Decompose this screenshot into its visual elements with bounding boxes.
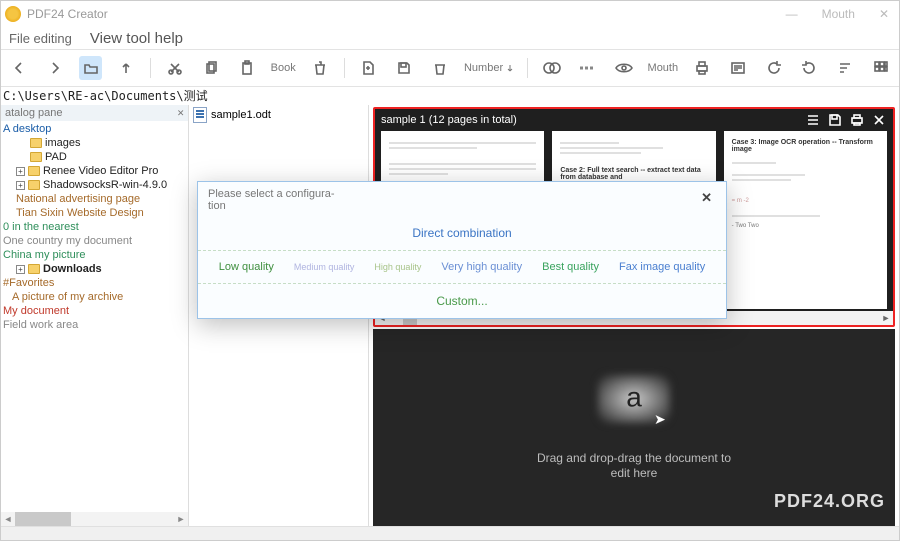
path-bar: C:\Users\RE-ac\Documents\测试	[1, 87, 899, 105]
catalog-panel: atalog pane ✕ A desktop images PAD +Rene…	[1, 105, 189, 526]
tree-downloads[interactable]: +Downloads	[3, 262, 186, 276]
expander-icon[interactable]: +	[16, 265, 25, 274]
tree-pad[interactable]: PAD	[3, 150, 186, 164]
tree-my-document[interactable]: My document	[3, 304, 186, 318]
tree-nearest[interactable]: 0 in the nearest	[3, 220, 186, 234]
tree-images[interactable]: images	[3, 136, 186, 150]
option-direct-combination[interactable]: Direct combination	[412, 226, 511, 240]
file-sample1[interactable]: sample1.odt	[193, 107, 364, 123]
tree-tiansixin[interactable]: Tian Sixin Website Design	[3, 206, 186, 220]
tree-renee[interactable]: +Renee Video Editor Pro	[3, 164, 186, 178]
trash-button[interactable]	[428, 56, 452, 80]
scroll-right-arrow[interactable]: ►	[174, 512, 188, 526]
maximize-button[interactable]: Mouth	[822, 7, 855, 21]
print-button[interactable]	[690, 56, 714, 80]
folder-icon	[30, 138, 42, 148]
app-title: PDF24 Creator	[27, 7, 786, 21]
open-folder-button[interactable]	[79, 56, 103, 80]
paste-button[interactable]	[235, 56, 259, 80]
tree-picture-archive[interactable]: A picture of my archive	[3, 290, 186, 304]
minimize-button[interactable]: —	[786, 7, 798, 21]
scroll-right-arrow[interactable]: ►	[879, 311, 893, 325]
menu-view-tool-help[interactable]: View tool help	[90, 30, 183, 47]
book-label[interactable]: Book	[271, 62, 296, 74]
copy-button[interactable]	[199, 56, 223, 80]
tree-national-ad[interactable]: National advertising page	[3, 192, 186, 206]
page3-twotwo-text: - Two Two	[732, 223, 879, 229]
expander-icon[interactable]: +	[16, 181, 25, 190]
statusbar	[1, 526, 899, 540]
sort-button[interactable]	[833, 56, 857, 80]
catalog-h-scrollbar[interactable]: ◄ ►	[1, 512, 188, 526]
preview-title: sample 1 (12 pages in total)	[381, 114, 799, 126]
toolbar-separator	[150, 58, 151, 78]
option-custom[interactable]: Custom...	[436, 294, 487, 308]
rotate-ccw-button[interactable]	[762, 56, 786, 80]
preview-menu-icon[interactable]	[805, 112, 821, 128]
drop-zone-hint: Drag and drop-drag the document toedit h…	[537, 451, 731, 481]
scroll-left-arrow[interactable]: ◄	[1, 512, 15, 526]
titlebar: PDF24 Creator — Mouth ✕	[1, 1, 899, 27]
up-level-button[interactable]	[114, 56, 138, 80]
tree-shadowsocks[interactable]: +ShadowsocksR-win-4.9.0	[3, 178, 186, 192]
option-fax-quality[interactable]: Fax image quality	[619, 261, 705, 273]
brand-watermark: PDF24.ORG	[774, 491, 885, 512]
rotate-cw-button[interactable]	[798, 56, 822, 80]
catalog-header: atalog pane ✕	[1, 105, 188, 121]
expander-icon[interactable]: +	[16, 167, 25, 176]
folder-icon	[28, 264, 40, 274]
catalog-close-button[interactable]: ✕	[177, 106, 184, 120]
preview-toolbar: sample 1 (12 pages in total)	[375, 109, 893, 131]
tree-china[interactable]: China my picture	[3, 248, 186, 262]
file-name: sample1.odt	[211, 109, 271, 121]
toolbar-separator	[527, 58, 528, 78]
back-button[interactable]	[7, 56, 31, 80]
option-medium-quality[interactable]: Medium quality	[294, 262, 355, 272]
catalog-title: atalog pane	[5, 106, 63, 120]
overlap-icon[interactable]	[540, 56, 564, 80]
delete-button[interactable]	[308, 56, 332, 80]
option-low-quality[interactable]: Low quality	[219, 261, 274, 273]
folder-icon	[30, 152, 42, 162]
window-controls: — Mouth ✕	[786, 7, 895, 21]
dialog-close-button[interactable]: ✕	[697, 188, 716, 208]
folder-icon	[28, 180, 40, 190]
toolbar: Book Number Mouth	[1, 49, 899, 87]
fax-button[interactable]	[726, 56, 750, 80]
toolbar-separator	[344, 58, 345, 78]
preview-page-3[interactable]: Case 3: Image OCR operation -- Transform…	[724, 131, 887, 309]
preview-close-icon[interactable]	[871, 112, 887, 128]
tree-one-country[interactable]: One country my document	[3, 234, 186, 248]
grid-view-button[interactable]	[869, 56, 893, 80]
app-logo-icon	[5, 6, 21, 22]
close-window-button[interactable]: ✕	[879, 7, 889, 21]
preview-print-icon[interactable]	[849, 112, 865, 128]
menubar: File editing View tool help	[1, 27, 899, 49]
document-icon	[193, 107, 207, 123]
number-dropdown[interactable]: Number	[464, 62, 515, 74]
preview-eye-icon[interactable]	[612, 56, 636, 80]
config-dialog: Please select a configura- tion ✕ Direct…	[197, 181, 727, 319]
option-high-quality[interactable]: High quality	[374, 262, 421, 272]
new-file-button[interactable]	[357, 56, 381, 80]
folder-tree: A desktop images PAD +Renee Video Editor…	[1, 121, 188, 333]
tree-field-work[interactable]: Field work area	[3, 318, 186, 332]
save-button[interactable]	[392, 56, 416, 80]
drop-zone-a-glyph: a	[626, 381, 642, 413]
forward-button[interactable]	[43, 56, 67, 80]
cut-button[interactable]	[163, 56, 187, 80]
menu-file-editing[interactable]: File editing	[9, 31, 72, 46]
preview-save-icon[interactable]	[827, 112, 843, 128]
scroll-thumb[interactable]	[15, 512, 71, 526]
tree-favorites[interactable]: #Favorites	[3, 276, 186, 290]
option-very-high-quality[interactable]: Very high quality	[441, 261, 522, 273]
marker-icon[interactable]	[576, 56, 600, 80]
tree-desktop[interactable]: A desktop	[3, 122, 186, 136]
dialog-prompt: Please select a configura- tion	[208, 188, 335, 212]
option-best-quality[interactable]: Best quality	[542, 261, 599, 273]
mouth-label[interactable]: Mouth	[648, 62, 679, 74]
folder-icon	[28, 166, 40, 176]
